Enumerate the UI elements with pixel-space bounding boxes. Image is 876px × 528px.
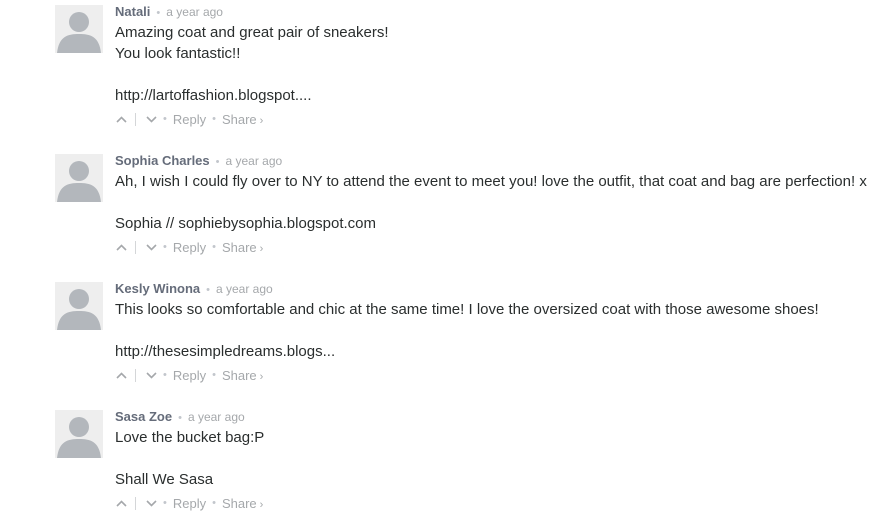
chevron-up-icon <box>115 115 127 123</box>
comment-text-line: This looks so comfortable and chic at th… <box>115 301 819 318</box>
upvote-button[interactable] <box>115 368 127 382</box>
comment-text-line: You look fantastic!! <box>115 45 241 62</box>
comment-paragraph: This looks so comfortable and chic at th… <box>115 299 875 320</box>
reply-button[interactable]: Reply <box>173 496 206 511</box>
comment-body: Amazing coat and great pair of sneakers!… <box>115 22 875 106</box>
comment-footer: • Reply • Share › <box>115 496 263 511</box>
chevron-down-icon <box>145 243 157 251</box>
comment-header: Sasa Zoe • a year ago <box>115 409 245 426</box>
default-avatar-icon[interactable] <box>55 410 103 458</box>
comment-paragraph: Ah, I wish I could fly over to NY to att… <box>115 171 875 192</box>
reply-button[interactable]: Reply <box>173 112 206 127</box>
downvote-button[interactable] <box>145 368 157 382</box>
header-separator: • <box>156 7 161 19</box>
share-button[interactable]: Share › <box>222 368 263 383</box>
downvote-button[interactable] <box>145 496 157 510</box>
share-button[interactable]: Share › <box>222 496 263 511</box>
comment-item: Sasa Zoe • a year ago Love the bucket bag:… <box>0 405 876 528</box>
comment-link[interactable]: http://thesesimpledreams.blogs... <box>115 343 335 360</box>
share-label: Share <box>221 239 257 255</box>
chevron-down-icon <box>145 371 157 379</box>
comment-link[interactable]: http://lartoffashion.blogspot.... <box>115 87 312 104</box>
header-separator: • <box>206 284 210 296</box>
default-avatar-icon[interactable] <box>55 282 103 330</box>
comment-paragraph: http://thesesimpledreams.blogs... <box>115 341 875 362</box>
upvote-button[interactable] <box>115 112 127 126</box>
comment-timestamp[interactable]: a year ago <box>216 282 273 296</box>
comment-text-line: Love the bucket bag:P <box>115 429 265 446</box>
downvote-button[interactable] <box>145 240 157 254</box>
header-separator: • <box>178 412 182 424</box>
comment-paragraph: http://lartoffashion.blogspot.... <box>115 85 875 106</box>
chevron-up-icon <box>115 371 127 379</box>
comment-link[interactable]: Shall We Sasa <box>115 471 213 488</box>
footer-separator: • <box>163 113 167 125</box>
header-separator: • <box>215 156 220 168</box>
share-label: Share <box>221 111 257 127</box>
chevron-up-icon <box>115 243 127 251</box>
comment-body: This looks so comfortable and chic at th… <box>115 299 875 362</box>
reply-button[interactable]: Reply <box>173 368 206 383</box>
default-avatar-icon[interactable] <box>55 154 103 202</box>
comment-header: Sophia Charles • a year ago <box>115 153 282 170</box>
comment-text-line: Ah, I wish I could fly over to NY to att… <box>115 173 867 190</box>
footer-separator: • <box>163 241 167 253</box>
comment-item: Sophia Charles • a year ago Ah, I wish I c… <box>0 149 876 277</box>
chevron-up-icon <box>115 499 127 507</box>
comment-author[interactable]: Sophia Charles <box>115 153 210 168</box>
comment-signature: Sophia // <box>115 215 179 232</box>
footer-separator: • <box>212 241 216 253</box>
comment-item: Natali • a year ago Amazing coat and great… <box>0 0 876 128</box>
footer-separator: • <box>212 113 216 125</box>
comment-text-line: Amazing coat and great pair of sneakers! <box>115 24 389 41</box>
reply-button[interactable]: Reply <box>173 240 206 255</box>
downvote-button[interactable] <box>145 112 157 126</box>
comment-timestamp[interactable]: a year ago <box>226 154 283 168</box>
share-chevron-icon: › <box>259 370 264 383</box>
share-chevron-icon: › <box>259 114 264 127</box>
vote-divider <box>135 240 136 254</box>
chevron-down-icon <box>145 499 157 507</box>
share-button[interactable]: Share › <box>222 240 263 255</box>
comments-list: Natali • a year ago Amazing coat and great… <box>0 0 876 528</box>
share-button[interactable]: Share › <box>222 112 263 127</box>
share-label: Share <box>221 367 257 383</box>
share-label: Share <box>221 495 257 511</box>
comment-timestamp[interactable]: a year ago <box>166 5 223 19</box>
comment-footer: • Reply • Share › <box>115 368 263 383</box>
upvote-button[interactable] <box>115 496 127 510</box>
vote-divider <box>135 112 136 126</box>
footer-separator: • <box>212 369 216 381</box>
comment-paragraph: Shall We Sasa <box>115 469 875 490</box>
comment-paragraph: Amazing coat and great pair of sneakers!… <box>115 22 875 64</box>
share-chevron-icon: › <box>259 498 264 511</box>
vote-divider <box>135 368 136 382</box>
comment-paragraph: Love the bucket bag:P <box>115 427 875 448</box>
comment-footer: • Reply • Share › <box>115 112 263 127</box>
comment-header: Kesly Winona • a year ago <box>115 281 273 298</box>
comment-body: Ah, I wish I could fly over to NY to att… <box>115 171 875 234</box>
comment-link[interactable]: sophiebysophia.blogspot.com <box>178 215 376 232</box>
comment-author[interactable]: Sasa Zoe <box>115 409 172 424</box>
default-avatar-icon[interactable] <box>55 5 103 53</box>
comment-author[interactable]: Kesly Winona <box>115 281 200 296</box>
comment-item: Kesly Winona • a year ago This looks so co… <box>0 277 876 405</box>
footer-separator: • <box>163 369 167 381</box>
comment-footer: • Reply • Share › <box>115 240 263 255</box>
footer-separator: • <box>163 497 167 509</box>
footer-separator: • <box>212 497 216 509</box>
vote-divider <box>135 496 136 510</box>
upvote-button[interactable] <box>115 240 127 254</box>
comment-body: Love the bucket bag:P Shall We Sasa <box>115 427 875 490</box>
comment-paragraph: Sophia // sophiebysophia.blogspot.com <box>115 213 875 234</box>
comment-timestamp[interactable]: a year ago <box>188 410 245 424</box>
share-chevron-icon: › <box>259 242 264 255</box>
chevron-down-icon <box>145 115 157 123</box>
comment-header: Natali • a year ago <box>115 4 223 21</box>
comment-author[interactable]: Natali <box>115 4 150 19</box>
